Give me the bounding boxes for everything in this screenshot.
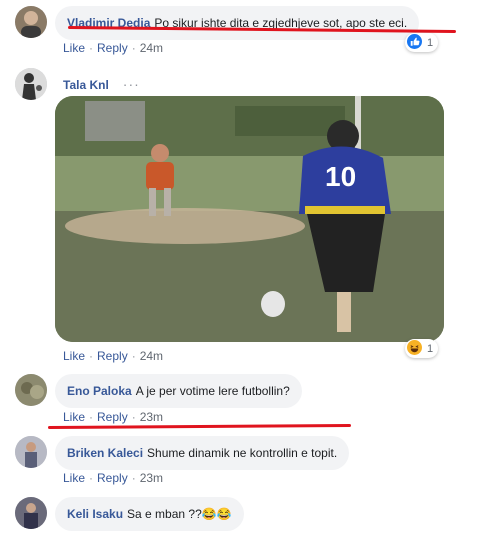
timestamp[interactable]: 24m [140,349,163,363]
reaction-count-badge[interactable]: 1 [405,339,439,358]
comment-bubble: Briken Kaleci Shume dinamik ne kontrollin… [55,436,350,470]
comment-bubble: Keli Isaku Sa e mban ??😂😂 [55,497,244,531]
comment-text: Shume dinamik ne kontrollin e topit. [147,446,338,460]
avatar[interactable] [15,497,47,529]
separator: · [131,410,136,424]
avatar[interactable] [15,374,47,406]
avatar[interactable] [15,436,47,468]
separator: · [131,471,136,485]
timestamp[interactable]: 23m [140,471,163,485]
reaction-count: 1 [427,342,434,355]
gif-image[interactable]: 10 [55,96,444,342]
avatar[interactable] [15,6,47,38]
like-link[interactable]: Like [63,41,85,55]
reply-link[interactable]: Reply [97,471,128,485]
comment-header: Tala Knl ··· [63,76,140,92]
comment-text: Sa e mban ??😂😂 [127,507,232,521]
separator: · [131,41,136,55]
comment-author[interactable]: Eno Paloka [67,384,132,398]
comment-actions: Like · Reply · 23m [63,471,163,485]
separator: · [131,349,136,363]
comment-bubble: Vladimir Dedja Po sikur ishte dita e zgje… [55,6,420,40]
comment-author[interactable]: Tala Knl [63,78,109,92]
separator: · [89,410,94,424]
timestamp[interactable]: 24m [140,41,163,55]
timestamp[interactable]: 23m [140,410,163,424]
like-link[interactable]: Like [63,349,85,363]
haha-reaction-icon [407,339,422,358]
jersey-number: 10 [325,161,356,192]
annotation-underline [47,423,352,430]
reaction-count: 1 [427,36,434,49]
like-link[interactable]: Like [63,471,85,485]
reply-link[interactable]: Reply [97,410,128,424]
comment-author[interactable]: Briken Kaleci [67,446,143,460]
separator: · [89,349,94,363]
separator: · [89,471,94,485]
separator: · [89,41,94,55]
reaction-count-badge[interactable]: 1 [405,33,439,52]
comment-bubble: Eno Paloka A je per votime lere futbollin… [55,374,302,408]
reply-link[interactable]: Reply [97,349,128,363]
like-reaction-icon [407,33,422,52]
comment-actions: Like · Reply · 24m [63,349,163,363]
comment-actions: Like · Reply · 23m [63,410,163,424]
reply-link[interactable]: Reply [97,41,128,55]
comment-author[interactable]: Keli Isaku [67,507,123,521]
avatar[interactable] [15,68,47,100]
comment-text: A je per votime lere futbollin? [135,384,290,398]
more-options-icon[interactable]: ··· [123,76,140,92]
comment-actions: Like · Reply · 24m [63,41,163,55]
like-link[interactable]: Like [63,410,85,424]
